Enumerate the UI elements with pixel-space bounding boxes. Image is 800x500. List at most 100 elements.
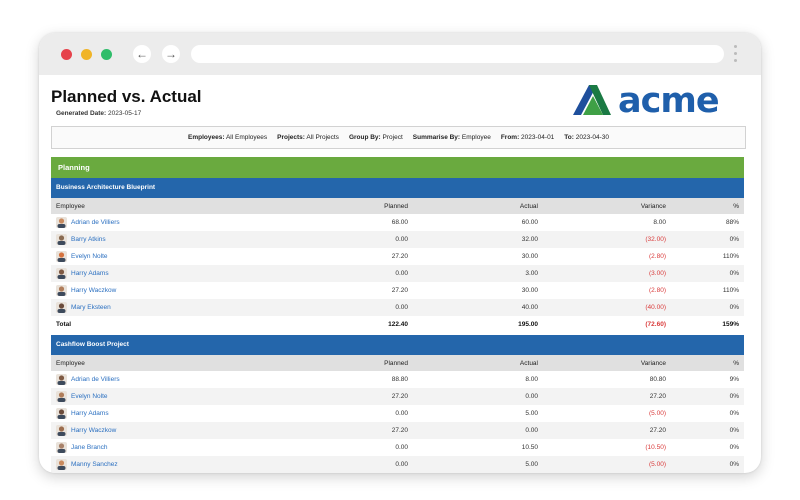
pct-cell: 110% <box>722 253 739 260</box>
planning-section-header: Planning <box>51 157 744 178</box>
back-button[interactable]: ← <box>133 45 151 63</box>
avatar <box>56 374 67 385</box>
avatar <box>56 459 67 470</box>
filter-key: Group By: <box>348 134 381 141</box>
avatar <box>56 217 67 228</box>
employee-link[interactable]: Barry Atkins <box>71 236 106 243</box>
total-pct: 159% <box>722 321 739 328</box>
planned-cell: 68.00 <box>391 219 408 226</box>
planned-cell: 27.20 <box>391 287 408 294</box>
employee-link[interactable]: Harry Waczkow <box>71 287 116 294</box>
column-header-percent[interactable]: % <box>671 355 739 371</box>
planned-cell: 27.20 <box>391 393 408 400</box>
filter-key: From: <box>500 134 520 141</box>
column-header-row: Employee Planned Actual Variance% <box>51 198 744 214</box>
column-header-actual[interactable]: Actual <box>441 355 538 371</box>
employee-link[interactable]: Harry Waczkow <box>71 427 116 434</box>
column-header-actual[interactable]: Actual <box>441 198 538 214</box>
pct-cell: 9% <box>729 376 739 383</box>
actual-cell: 5.00 <box>525 410 538 417</box>
column-header-variance[interactable]: Variance <box>569 355 666 371</box>
pct-cell: 0% <box>729 427 739 434</box>
pct-cell: 0% <box>729 410 739 417</box>
avatar <box>56 408 67 419</box>
employee-link[interactable]: Jane Branch <box>71 444 108 451</box>
filter-value: All Projects <box>306 134 339 141</box>
employee-link[interactable]: Harry Adams <box>71 270 109 277</box>
actual-cell: 0.00 <box>525 393 538 400</box>
pct-cell: 0% <box>729 304 739 311</box>
actual-cell: 5.00 <box>525 461 538 468</box>
arrow-right-icon: → <box>165 47 177 61</box>
logo-text: acme <box>618 83 719 117</box>
generated-date-value: 2023-05-17 <box>108 110 142 117</box>
browser-toolbar: ← → <box>39 33 761 75</box>
planned-cell: 0.00 <box>395 304 408 311</box>
variance-cell: (10.50) <box>645 444 666 451</box>
variance-cell: (2.80) <box>649 253 666 260</box>
employee-cell: Jane Branch <box>56 439 108 456</box>
actual-cell: 60.00 <box>521 219 538 226</box>
more-options-icon[interactable] <box>734 45 738 65</box>
employee-link[interactable]: Adrian de Villiers <box>71 219 120 226</box>
column-header-planned[interactable]: Planned <box>311 355 408 371</box>
planned-cell: 88.80 <box>391 376 408 383</box>
variance-cell: 27.20 <box>649 427 666 434</box>
filter-item: Employees: All Employees <box>188 134 267 141</box>
actual-cell: 10.50 <box>521 444 538 451</box>
actual-cell: 0.00 <box>525 427 538 434</box>
table-row: Manny Sanchez 0.00 5.00 (5.00) 0% <box>51 456 744 473</box>
employee-link[interactable]: Adrian de Villiers <box>71 376 120 383</box>
close-window-button[interactable] <box>61 49 72 60</box>
table-row: Mary Eksteen 0.00 40.00 (40.00) 0% <box>51 299 744 316</box>
filter-item: Group By: Project <box>349 134 403 141</box>
actual-cell: 30.00 <box>521 287 538 294</box>
generated-date: Generated Date: 2023-05-17 <box>56 110 141 117</box>
variance-cell: 27.20 <box>649 393 666 400</box>
total-row: Total 122.40 195.00 (72.60) 159% <box>51 316 744 333</box>
planned-cell: 0.00 <box>395 461 408 468</box>
forward-button[interactable]: → <box>162 45 180 63</box>
filter-item: Projects: All Projects <box>277 134 339 141</box>
employee-link[interactable]: Evelyn Nolte <box>71 253 108 260</box>
employee-cell: Harry Adams <box>56 265 109 282</box>
employee-link[interactable]: Mary Eksteen <box>71 304 111 311</box>
employee-cell: Evelyn Nolte <box>56 388 108 405</box>
arrow-left-icon: ← <box>136 47 148 61</box>
report-page: Planned vs. Actual Generated Date: 2023-… <box>39 75 761 473</box>
column-header-employee[interactable]: Employee <box>56 198 85 214</box>
table-row: Harry Adams 0.00 5.00 (5.00) 0% <box>51 405 744 422</box>
column-header-percent[interactable]: % <box>671 198 739 214</box>
minimize-window-button[interactable] <box>81 49 92 60</box>
actual-cell: 40.00 <box>521 304 538 311</box>
filter-item: From: 2023-04-01 <box>501 134 554 141</box>
total-planned: 122.40 <box>388 321 408 328</box>
total-actual: 195.00 <box>518 321 538 328</box>
actual-cell: 32.00 <box>521 236 538 243</box>
column-header-variance[interactable]: Variance <box>569 198 666 214</box>
filter-value: 2023-04-01 <box>521 134 555 141</box>
page-title: Planned vs. Actual <box>51 87 202 106</box>
maximize-window-button[interactable] <box>101 49 112 60</box>
pct-cell: 88% <box>725 219 739 226</box>
actual-cell: 3.00 <box>525 270 538 277</box>
variance-cell: (5.00) <box>649 410 666 417</box>
column-header-planned[interactable]: Planned <box>311 198 408 214</box>
address-bar[interactable] <box>191 45 724 63</box>
pct-cell: 0% <box>729 444 739 451</box>
avatar <box>56 425 67 436</box>
filter-value: Employee <box>461 134 491 141</box>
table-row: Harry Waczkow 27.20 30.00 (2.80) 110% <box>51 282 744 299</box>
variance-cell: (40.00) <box>645 304 666 311</box>
planned-cell: 27.20 <box>391 253 408 260</box>
avatar <box>56 285 67 296</box>
employee-link[interactable]: Manny Sanchez <box>71 461 118 468</box>
employee-link[interactable]: Harry Adams <box>71 410 109 417</box>
employee-link[interactable]: Evelyn Nolte <box>71 393 108 400</box>
avatar <box>56 442 67 453</box>
browser-window: ← → Planned vs. Actual Generated Date: 2… <box>39 33 761 473</box>
column-header-employee[interactable]: Employee <box>56 355 85 371</box>
employee-cell: Barry Atkins <box>56 231 106 248</box>
project-header: Cashflow Boost Project <box>51 335 744 355</box>
table-row: Adrian de Villiers 88.80 8.00 80.80 9% <box>51 371 744 388</box>
